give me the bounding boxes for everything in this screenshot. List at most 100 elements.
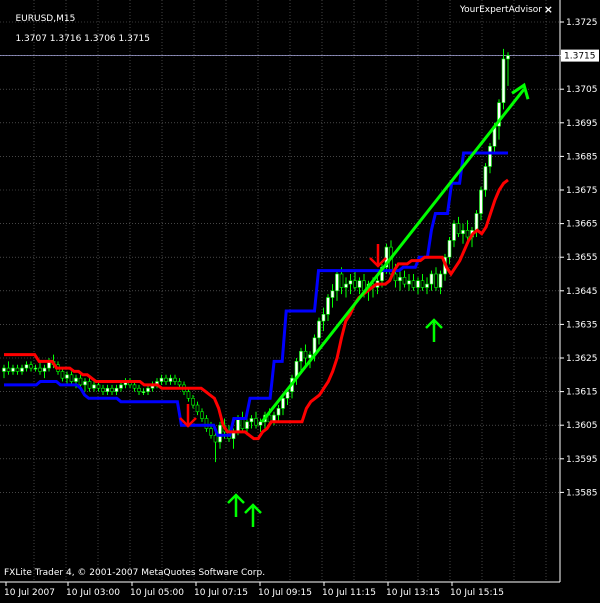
candle-body xyxy=(164,377,168,382)
candle-body xyxy=(159,377,164,382)
candle-body xyxy=(114,387,119,392)
candle-body xyxy=(110,387,114,392)
candle-body xyxy=(393,273,398,282)
candle-body xyxy=(299,350,303,362)
candle-body xyxy=(425,283,429,288)
candle-body xyxy=(11,367,15,372)
time-tick-label: 10 Jul 03:00 xyxy=(66,588,120,598)
price-tick-label: 1.3675 xyxy=(566,186,598,196)
time-tick-label: 10 Jul 07:15 xyxy=(194,588,248,598)
candle-body xyxy=(276,408,281,416)
price-tick-label: 1.3635 xyxy=(566,320,598,330)
candle-body xyxy=(2,367,6,372)
candle-body xyxy=(65,374,69,379)
candle-body xyxy=(326,297,330,315)
indicator-lines xyxy=(4,151,509,441)
candle-body xyxy=(74,377,78,382)
price-tick-label: 1.3705 xyxy=(566,85,598,95)
candle-body xyxy=(141,391,146,393)
candle-body xyxy=(173,377,177,382)
price-chart[interactable]: 1.3725 1.3715 1.3705 1.3695 1.3685 1.3675 1.36… xyxy=(0,0,600,600)
candle-body xyxy=(119,384,123,389)
candle-body xyxy=(101,387,105,392)
price-tick-label: 1.3615 xyxy=(566,388,598,398)
candle-body xyxy=(321,314,326,322)
upper-band-line xyxy=(4,151,508,437)
candle-body xyxy=(132,384,137,389)
candle-body xyxy=(420,280,425,288)
candle-body xyxy=(69,374,74,382)
price-tick-label: 1.3685 xyxy=(566,152,598,162)
chart-header: EURUSD,M15 1.3707 1.3716 1.3706 1.3715 xyxy=(4,4,150,54)
candle-body xyxy=(236,418,240,433)
expert-advisor-label: YourExpertAdvisor xyxy=(459,5,542,15)
candle-body xyxy=(218,424,222,443)
candle-body xyxy=(186,391,191,399)
candle-body xyxy=(303,350,308,359)
current-price-label: 1.3715 xyxy=(564,52,596,62)
candle-body xyxy=(434,273,438,288)
chart-window[interactable]: 1.3725 1.3715 1.3705 1.3695 1.3685 1.3675 1.36… xyxy=(0,0,600,600)
time-tick-label: 10 Jul 05:00 xyxy=(130,588,184,598)
candle-body xyxy=(245,421,249,429)
candle-body xyxy=(281,398,285,409)
candle-body xyxy=(339,273,344,288)
candle-body xyxy=(488,146,492,167)
price-tick-label: 1.3605 xyxy=(566,421,598,431)
candle-body xyxy=(209,428,213,436)
candle-body xyxy=(38,367,42,372)
candle-body xyxy=(357,280,362,288)
candle-body xyxy=(249,418,254,423)
price-tick-label: 1.3655 xyxy=(566,253,598,263)
candle-body xyxy=(20,367,24,372)
candle-body xyxy=(87,381,92,389)
candles xyxy=(2,48,510,463)
candle-body xyxy=(168,377,173,382)
candle-body xyxy=(335,273,339,292)
grid xyxy=(0,0,561,583)
candle-body xyxy=(348,280,353,285)
price-tick-label: 1.3645 xyxy=(566,287,598,297)
candle-body xyxy=(447,240,452,258)
candle-body xyxy=(429,273,434,285)
candle-body xyxy=(83,381,87,386)
candle-body xyxy=(407,280,411,285)
candle-body xyxy=(195,404,200,413)
candle-body xyxy=(177,381,182,386)
time-tick-label: 10 Jul 09:15 xyxy=(258,588,312,598)
symbol-label: EURUSD,M15 xyxy=(15,14,76,24)
candle-body xyxy=(254,418,258,426)
candle-body xyxy=(506,55,510,60)
candle-body xyxy=(146,387,150,392)
price-axis: 1.3725 1.3715 1.3705 1.3695 1.3685 1.3675 1.36… xyxy=(560,18,599,498)
candle-body xyxy=(501,58,506,103)
candle-body xyxy=(6,367,11,372)
time-tick-label: 10 Jul 2007 xyxy=(4,588,55,598)
candle-body xyxy=(474,213,479,231)
copyright-text: FXLite Trader 4, © 2001-2007 MetaQuotes … xyxy=(4,568,266,578)
close-icon[interactable]: × xyxy=(544,3,553,16)
candle-body xyxy=(204,418,209,429)
candle-body xyxy=(461,230,465,234)
candle-body xyxy=(29,364,33,369)
candle-body xyxy=(479,189,483,214)
time-axis: 10 Jul 2007 10 Jul 03:00 10 Jul 05:00 10 Ju… xyxy=(4,582,504,598)
candle-body xyxy=(24,364,29,369)
candle-body xyxy=(258,421,263,426)
candle-body xyxy=(42,367,47,372)
candle-body xyxy=(456,223,461,234)
time-tick-label: 10 Jul 15:15 xyxy=(450,588,504,598)
candle-body xyxy=(137,387,141,392)
candle-body xyxy=(200,411,204,419)
candle-body xyxy=(92,384,96,389)
candle-body xyxy=(353,280,357,288)
ohlc-label: 1.3707 1.3716 1.3706 1.3715 xyxy=(15,34,151,44)
candle-body xyxy=(411,280,416,288)
candle-body xyxy=(330,290,335,298)
price-tick-label: 1.3695 xyxy=(566,119,598,129)
candle-body xyxy=(96,384,101,389)
candle-body xyxy=(465,230,470,238)
candle-body xyxy=(60,371,65,379)
candle-body xyxy=(416,280,420,288)
candle-body xyxy=(33,367,38,370)
